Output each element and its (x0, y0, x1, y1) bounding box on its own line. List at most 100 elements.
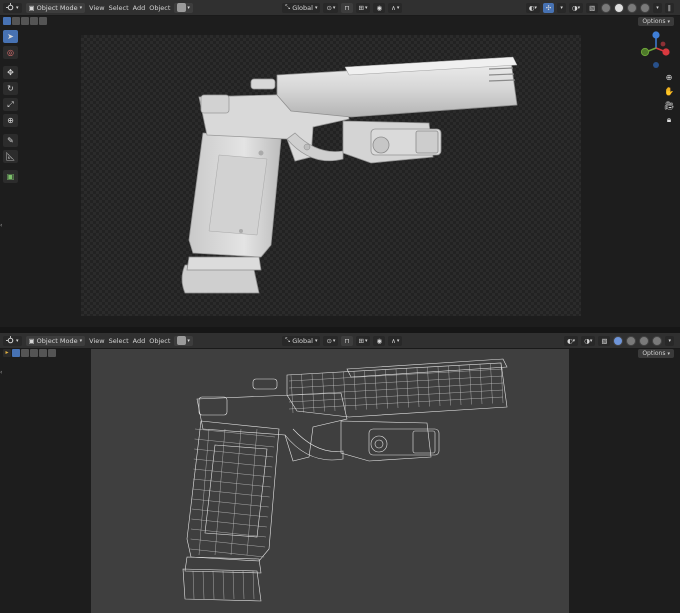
overlay-toggle[interactable]: ◑ ▾ (568, 2, 584, 13)
select-subtract-icon[interactable] (30, 349, 38, 357)
shading-dropdown[interactable]: ▾ (653, 2, 662, 13)
overlay-toggle[interactable]: ◑ ▾ (581, 335, 596, 346)
select-box-tool[interactable]: ➤ (3, 30, 18, 43)
menu-object[interactable]: Object (149, 337, 170, 345)
shading-rendered-button[interactable] (640, 2, 651, 13)
gizmo-axis-neg-x[interactable] (660, 41, 666, 47)
cube-icon: ▣ (6, 172, 15, 181)
mesh-edge (288, 375, 504, 389)
sidebar-toggle[interactable]: ‖ (664, 2, 674, 13)
pivot-point-dropdown[interactable]: ⊙ ▾ (323, 335, 339, 346)
camera-view-icon[interactable]: 🎥︎ (664, 100, 675, 111)
menu-select[interactable]: Select (109, 4, 129, 12)
gizmo-axis-y[interactable] (640, 47, 650, 57)
cursor-arrow-icon: ➤ (7, 32, 14, 41)
snap-dropdown[interactable]: ⊞ ▾ (355, 2, 371, 13)
scale-tool[interactable]: ⤢ (3, 98, 18, 111)
chevron-down-icon: ▾ (314, 4, 318, 11)
top-viewport[interactable]: ▾ ▣ Object Mode ▾ View Select Add Object… (0, 0, 680, 327)
cursor-tool[interactable]: ◎ (3, 46, 18, 59)
move-tool[interactable]: ✥ (3, 66, 18, 79)
gizmo-toggle[interactable]: ✣ (542, 2, 555, 13)
bottom-viewport[interactable]: ▾ ▣ Object Mode ▾ View Select Add Object… (0, 333, 680, 613)
select-new-icon[interactable] (3, 17, 11, 25)
measure-tool[interactable]: 📐︎ (3, 150, 18, 163)
snap-toggle[interactable]: ⊓ (341, 2, 353, 13)
transform-tool[interactable]: ⊕ (3, 114, 18, 127)
options-label: Options (642, 18, 666, 25)
orientation-dropdown[interactable]: ⤡ Global ▾ (282, 335, 321, 346)
view-layer-button[interactable]: ▾ (174, 2, 193, 13)
menu-select[interactable]: Select (109, 337, 129, 345)
visibility-dropdown[interactable]: ◐ ▾ (563, 335, 579, 346)
gizmo-axis-z[interactable] (652, 31, 660, 39)
xray-toggle[interactable]: ▧ (598, 335, 611, 346)
zoom-icon[interactable]: ⊕ (664, 72, 675, 83)
pistol-model-wireframe[interactable] (91, 349, 569, 613)
left-expand-arrow[interactable]: ‹ (0, 222, 2, 229)
mesh-edge (252, 570, 255, 600)
mode-dropdown[interactable]: ▣ Object Mode ▾ (25, 335, 86, 346)
editor-type-button[interactable]: ▾ (3, 335, 22, 346)
select-new-icon[interactable] (12, 349, 20, 357)
shading-solid-button[interactable] (626, 335, 637, 346)
mode-dropdown[interactable]: ▣ Object Mode ▾ (25, 2, 86, 13)
gizmo-axis-neg-z[interactable] (653, 62, 659, 68)
proportional-edit-button[interactable]: ◉ (373, 2, 386, 13)
pause-icon: ‖ (667, 3, 671, 12)
shading-dropdown[interactable]: ▾ (665, 335, 674, 346)
navigation-gizmo[interactable] (636, 30, 676, 72)
shading-solid-button[interactable] (614, 2, 625, 13)
select-invert-icon[interactable] (30, 17, 38, 25)
shading-rendered-button[interactable] (652, 335, 663, 346)
menu-view[interactable]: View (89, 4, 104, 12)
viewport-header: ▾ ▣ Object Mode ▾ View Select Add Object… (0, 333, 680, 349)
orientation-icon: ⤡ (285, 3, 291, 11)
xray-toggle[interactable]: ▧ (586, 2, 599, 13)
select-invert-icon[interactable] (39, 349, 47, 357)
left-expand-arrow[interactable]: ‹ (0, 369, 2, 376)
mesh-edge (194, 448, 274, 458)
grid-icon: ⊞ (358, 336, 364, 345)
menu-object[interactable]: Object (149, 4, 170, 12)
add-cube-tool[interactable]: ▣ (3, 170, 18, 183)
shading-material-button[interactable] (627, 2, 638, 13)
shading-wireframe-button[interactable] (601, 2, 612, 13)
menu-add[interactable]: Add (133, 337, 146, 345)
mesh-edge (232, 570, 235, 600)
select-extend-icon[interactable] (12, 17, 20, 25)
falloff-dropdown[interactable]: ∧ ▾ (388, 2, 403, 13)
editor-type-button[interactable]: ▾ (3, 2, 22, 13)
visibility-dropdown[interactable]: ◐ ▾ (525, 2, 540, 13)
select-subtract-icon[interactable] (21, 17, 29, 25)
lock-icon[interactable]: 🔒︎ (664, 114, 675, 125)
snap-toggle[interactable]: ⊓ (341, 335, 353, 346)
active-tool-icon[interactable]: ▸ (3, 349, 11, 357)
snap-dropdown[interactable]: ⊞ ▾ (355, 335, 371, 346)
options-button[interactable]: Options ▾ (638, 349, 674, 358)
menu-add[interactable]: Add (133, 4, 146, 12)
menu-view[interactable]: View (89, 337, 104, 345)
select-extend-icon[interactable] (21, 349, 29, 357)
falloff-icon: ∧ (391, 3, 396, 12)
3d-viewport-icon (6, 336, 14, 344)
pistol-model-solid[interactable] (81, 35, 581, 316)
pencil-icon: ✎ (7, 136, 14, 145)
select-intersect-icon[interactable] (48, 349, 56, 357)
annotate-tool[interactable]: ✎ (3, 134, 18, 147)
gizmo-dropdown[interactable]: ▾ (557, 2, 566, 13)
pivot-point-dropdown[interactable]: ⊙ ▾ (323, 2, 339, 13)
falloff-dropdown[interactable]: ∧ ▾ (388, 335, 403, 346)
shading-wireframe-button[interactable] (613, 335, 624, 346)
rotate-tool[interactable]: ↻ (3, 82, 18, 95)
gizmo-icon: ✣ (545, 3, 552, 12)
select-intersect-icon[interactable] (39, 17, 47, 25)
view-layer-button[interactable]: ▾ (174, 335, 193, 346)
orientation-dropdown[interactable]: ⤡ Global ▾ (282, 2, 321, 13)
gizmo-axis-x[interactable] (662, 48, 670, 56)
proportional-edit-button[interactable]: ◉ (373, 335, 386, 346)
mesh-edge (194, 438, 275, 448)
shading-material-button[interactable] (639, 335, 650, 346)
options-button[interactable]: Options ▾ (638, 17, 674, 26)
pan-hand-icon[interactable]: ✋ (664, 86, 675, 97)
